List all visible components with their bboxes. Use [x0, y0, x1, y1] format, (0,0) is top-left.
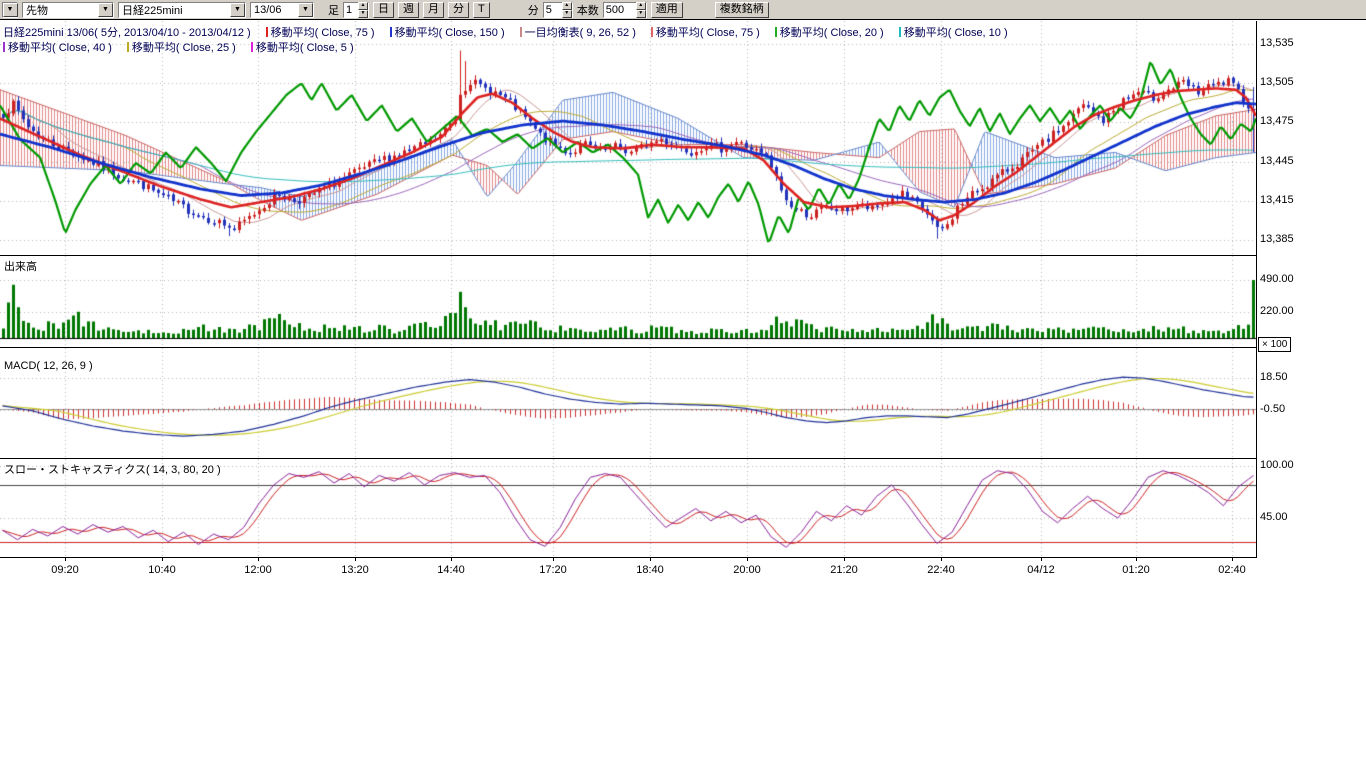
- period-minute-button[interactable]: 分: [448, 2, 469, 18]
- macd-axis-label: 18.50: [1260, 371, 1288, 384]
- price-axis-column: 13,535 13,505 13,475 13,445 13,415 13,385 490.…: [1257, 0, 1329, 600]
- time-tick: [1136, 557, 1137, 561]
- spinner-icon[interactable]: ▲▼: [562, 2, 572, 18]
- volume-axis-label: 490.00: [1260, 273, 1294, 286]
- price-axis-label: 13,505: [1260, 76, 1294, 89]
- time-tick: [1041, 557, 1042, 561]
- time-tick: [941, 557, 942, 561]
- price-axis-label: 13,445: [1260, 155, 1294, 168]
- time-axis-label: 22:40: [921, 564, 961, 576]
- time-axis-label: 18:40: [630, 564, 670, 576]
- spinner-icon[interactable]: ▲▼: [636, 2, 646, 18]
- collapsed-dropdown[interactable]: ▼: [2, 2, 18, 18]
- price-axis-label: 13,415: [1260, 194, 1294, 207]
- interval-value: 1: [346, 4, 352, 16]
- bar-count-input[interactable]: 500 ▲▼: [603, 2, 647, 18]
- time-axis-label: 12:00: [238, 564, 278, 576]
- bar-count-value: 500: [606, 4, 624, 16]
- stoch-panel-title: スロー・ストキャスティクス( 14, 3, 80, 20 ): [4, 461, 221, 477]
- time-tick: [1232, 557, 1233, 561]
- time-tick: [747, 557, 748, 561]
- minute-count-value: 5: [546, 4, 552, 16]
- minute-unit-label: 分: [528, 2, 539, 18]
- contract-month-value: 13/06: [254, 4, 282, 16]
- dropdown-arrow-icon: ▼: [3, 3, 18, 17]
- macd-panel-title: MACD( 12, 26, 9 ): [4, 360, 93, 372]
- time-tick: [162, 557, 163, 561]
- symbol-dropdown[interactable]: 日経225mini ▼: [118, 2, 246, 18]
- price-axis-label: 13,475: [1260, 115, 1294, 128]
- price-chart-canvas[interactable]: [0, 21, 1256, 255]
- spinner-icon[interactable]: ▲▼: [358, 2, 368, 18]
- time-axis-label: 01:20: [1116, 564, 1156, 576]
- stoch-axis-label: 100.00: [1260, 459, 1294, 472]
- dropdown-arrow-icon: ▼: [298, 3, 313, 17]
- time-tick: [844, 557, 845, 561]
- time-tick: [553, 557, 554, 561]
- price-axis-label: 13,535: [1260, 37, 1294, 50]
- dropdown-arrow-icon: ▼: [98, 3, 113, 17]
- time-tick: [451, 557, 452, 561]
- time-tick: [355, 557, 356, 561]
- time-axis-label: 17:20: [533, 564, 573, 576]
- time-axis-label: 02:40: [1212, 564, 1252, 576]
- macd-axis-label: -0.50: [1260, 403, 1285, 416]
- stoch-axis-label: 45.00: [1260, 511, 1288, 524]
- time-axis-label: 10:40: [142, 564, 182, 576]
- apply-button[interactable]: 適用: [651, 2, 683, 18]
- volume-panel-title: 出来高: [4, 258, 37, 274]
- time-axis-label: 04/12: [1021, 564, 1061, 576]
- volume-chart-canvas[interactable]: [0, 256, 1256, 347]
- toolbar: ▼ 先物 ▼ 日経225mini ▼ 13/06 ▼ 足 1 ▲▼ 日 週 月 …: [0, 0, 1366, 20]
- time-axis-label: 20:00: [727, 564, 767, 576]
- interval-input[interactable]: 1 ▲▼: [343, 2, 369, 18]
- time-axis-label: 21:20: [824, 564, 864, 576]
- period-week-button[interactable]: 週: [398, 2, 419, 18]
- minute-count-input[interactable]: 5 ▲▼: [543, 2, 573, 18]
- contract-month-dropdown[interactable]: 13/06 ▼: [250, 2, 314, 18]
- time-axis-label: 09:20: [45, 564, 85, 576]
- volume-multiplier-badge: × 100: [1258, 337, 1291, 352]
- multi-symbol-button[interactable]: 複数銘柄: [715, 2, 769, 18]
- period-tick-button[interactable]: T: [473, 2, 490, 18]
- volume-axis-label: 220.00: [1260, 305, 1294, 318]
- period-day-button[interactable]: 日: [373, 2, 394, 18]
- bar-count-label: 本数: [577, 2, 599, 18]
- time-axis: 09:20 10:40 12:00 13:20 14:40 17:20 18:40 20:00…: [0, 558, 1280, 584]
- price-axis-label: 13,385: [1260, 233, 1294, 246]
- period-month-button[interactable]: 月: [423, 2, 444, 18]
- macd-chart-canvas[interactable]: [0, 348, 1256, 458]
- time-tick: [650, 557, 651, 561]
- category-value: 先物: [26, 2, 48, 18]
- time-tick: [65, 557, 66, 561]
- time-axis-label: 14:40: [431, 564, 471, 576]
- time-tick: [258, 557, 259, 561]
- bar-type-label: 足: [328, 2, 339, 18]
- dropdown-arrow-icon: ▼: [230, 3, 245, 17]
- symbol-value: 日経225mini: [122, 2, 183, 18]
- category-dropdown[interactable]: 先物 ▼: [22, 2, 114, 18]
- time-axis-label: 13:20: [335, 564, 375, 576]
